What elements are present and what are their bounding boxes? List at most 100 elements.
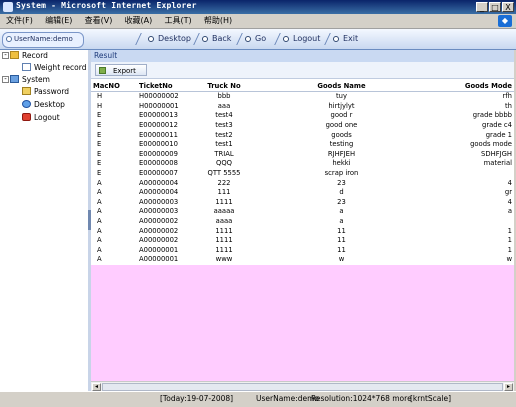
table-row[interactable]: E E00000009 TRIAL RJHFJEH SDHFJGH: [91, 150, 514, 160]
folder-icon: [10, 51, 19, 59]
table-row[interactable]: A A00000003 aaaaa a a: [91, 207, 514, 217]
table-row[interactable]: H H00000001 aaa hirtjylyt th: [91, 102, 514, 112]
collapse-toggle[interactable]: -: [2, 52, 9, 59]
table-row[interactable]: E E00000008 QQQ hekki material: [91, 159, 514, 169]
scroll-right-icon[interactable]: ▸: [504, 383, 513, 391]
column-header-ticketno[interactable]: TicketNo: [129, 80, 189, 92]
table-cell: E00000007: [139, 169, 178, 178]
menu-edit[interactable]: 编辑(E): [45, 14, 72, 28]
scroll-left-icon[interactable]: ◂: [92, 383, 101, 391]
table-cell: hirtjylyt: [328, 101, 355, 110]
table-cell: 11: [337, 226, 346, 235]
menu-favorites[interactable]: 收藏(A): [125, 14, 153, 28]
nav-logout-button[interactable]: Logout: [283, 32, 320, 46]
table-row[interactable]: E E00000012 test3 good one grade c4: [91, 121, 514, 131]
table-cell: 1: [507, 245, 512, 254]
table-cell: hekki: [332, 159, 351, 168]
table-cell: 222: [217, 178, 231, 187]
table-cell: E00000010: [139, 140, 178, 149]
table-row[interactable]: A A00000004 222 23 4: [91, 178, 514, 188]
table-row[interactable]: A A00000003 1111 23 4: [91, 198, 514, 208]
circle-icon: [202, 36, 208, 42]
nav-exit-button[interactable]: Exit: [333, 32, 358, 46]
table-cell: A: [97, 226, 102, 235]
export-button[interactable]: Export: [95, 64, 147, 76]
table-cell: 1111: [215, 236, 233, 245]
column-header-truckno[interactable]: Truck No: [189, 80, 259, 92]
sidebar-item-weight-record[interactable]: Weight record: [22, 63, 86, 72]
window-title-bar: System - Microsoft Internet Explorer _ □…: [0, 0, 516, 14]
table-cell: A00000003: [139, 207, 179, 216]
table-row[interactable]: H H00000002 bbb tuy rfh: [91, 92, 514, 102]
minimize-button[interactable]: _: [476, 2, 488, 12]
toolbar-separator: [135, 33, 142, 45]
table-cell: A: [97, 197, 102, 206]
table-cell: rfh: [502, 92, 513, 101]
table-cell: E00000008: [139, 159, 178, 168]
collapse-toggle[interactable]: -: [2, 76, 9, 83]
panel-title: Result: [91, 50, 514, 62]
empty-grid-area: [91, 265, 514, 381]
nav-desktop-label: Desktop: [158, 34, 191, 43]
windows-logo-icon: ◆: [498, 15, 512, 27]
desktop-icon: [22, 100, 31, 108]
table-row[interactable]: A A00000002 aaaa a: [91, 217, 514, 227]
table-cell: TRIAL: [214, 149, 234, 158]
table-row[interactable]: A A00000001 1111 11 1: [91, 246, 514, 256]
user-box: UserName:demo: [2, 32, 84, 48]
circle-icon: [333, 36, 339, 42]
menu-tools[interactable]: 工具(T): [165, 14, 192, 28]
table-cell: QQQ: [215, 159, 233, 168]
table-cell: 23: [337, 197, 346, 206]
close-button[interactable]: X: [502, 2, 514, 12]
table-cell: A00000004: [139, 178, 179, 187]
table-cell: QTT 5555: [207, 169, 241, 178]
nav-desktop-button[interactable]: Desktop: [148, 32, 191, 46]
column-header-goods-mode[interactable]: Goods Mode: [424, 80, 514, 92]
sidebar-item-password[interactable]: Password: [22, 87, 69, 96]
table-row[interactable]: A A00000002 1111 11 1: [91, 226, 514, 236]
maximize-button[interactable]: □: [489, 2, 501, 12]
nav-go-button[interactable]: Go: [245, 32, 266, 46]
table-row[interactable]: E E00000010 test1 testing goods mode: [91, 140, 514, 150]
table-row[interactable]: E E00000007 QTT 5555 scrap iron: [91, 169, 514, 179]
table-cell: grade bbbb: [472, 111, 512, 120]
column-header-goods-name[interactable]: Goods Name: [259, 80, 424, 92]
menu-view[interactable]: 查看(V): [85, 14, 113, 28]
computer-icon: [10, 75, 19, 83]
menu-help[interactable]: 帮助(H): [204, 14, 232, 28]
menu-file[interactable]: 文件(F): [6, 14, 33, 28]
status-resolution: Resolution:1024*768 more: [311, 394, 412, 403]
table-row[interactable]: A A00000004 111 d gr: [91, 188, 514, 198]
table-cell: RJHFJEH: [327, 149, 356, 158]
scroll-thumb[interactable]: [102, 383, 503, 391]
status-date: [Today:19-07-2008]: [160, 394, 234, 403]
table-cell: aaaaa: [213, 207, 235, 216]
table-cell: tuy: [336, 92, 347, 101]
table-cell: E00000009: [139, 149, 178, 158]
table-cell: E00000011: [139, 130, 178, 139]
table-cell: gr: [504, 188, 512, 197]
nav-back-button[interactable]: Back: [202, 32, 231, 46]
table-cell: H: [97, 101, 103, 110]
column-header-macno[interactable]: MacNO: [91, 80, 129, 92]
table-row[interactable]: A A00000002 1111 11 1: [91, 236, 514, 246]
table-cell: goods: [331, 130, 352, 139]
sidebar-item-logout[interactable]: Logout: [22, 113, 60, 122]
table-row[interactable]: A A00000001 www w w: [91, 255, 514, 265]
toolbar-separator: [236, 33, 243, 45]
table-row[interactable]: E E00000011 test2 goods grade 1: [91, 130, 514, 140]
tree-group-record[interactable]: Record: [10, 51, 48, 60]
toolbar-separator: [193, 33, 200, 45]
table-cell: E: [97, 130, 102, 139]
sidebar-item-desktop[interactable]: Desktop: [22, 100, 65, 109]
status-user: UserName:demo: [256, 394, 320, 403]
table-cell: A: [97, 245, 102, 254]
tree-group-system[interactable]: System: [10, 75, 50, 84]
sidebar-item-label: Password: [34, 87, 70, 96]
table-cell: E: [97, 169, 102, 178]
key-icon: [22, 87, 31, 95]
table-row[interactable]: E E00000013 test4 good r grade bbbb: [91, 111, 514, 121]
nav-go-label: Go: [255, 34, 267, 43]
table-cell: E: [97, 121, 102, 130]
